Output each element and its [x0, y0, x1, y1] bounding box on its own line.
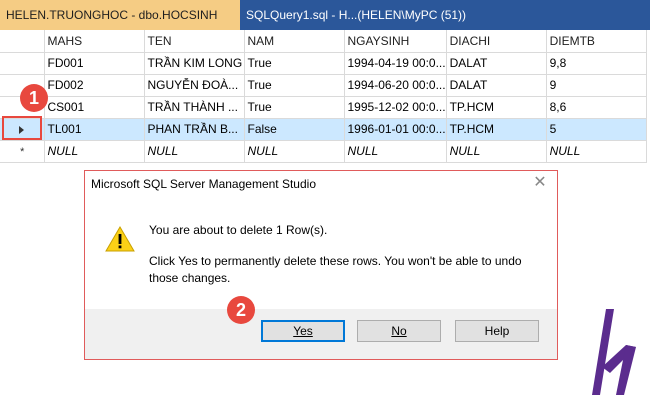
cell-diachi[interactable]: TP.HCM: [446, 96, 547, 119]
row-header-new[interactable]: *: [0, 140, 45, 163]
help-button-label: Help: [484, 324, 510, 338]
cell-diemtb[interactable]: 8,6: [546, 96, 647, 119]
table-row[interactable]: FD002 NGUYỄN ĐOÀ... True 1994-06-20 00:0…: [0, 74, 647, 97]
cell-ngaysinh[interactable]: 1994-06-20 00:0...: [344, 74, 447, 97]
document-tab-strip: HELEN.TRUONGHOC - dbo.HOCSINH SQLQuery1.…: [0, 0, 650, 30]
table-edit-grid: MAHS TEN NAM NGAYSINH DIACHI DIEMTB FD00…: [0, 30, 650, 163]
no-button-label: No: [391, 324, 407, 338]
new-row[interactable]: * NULL NULL NULL NULL NULL NULL: [0, 140, 647, 163]
yes-button[interactable]: Yes: [261, 320, 345, 342]
dialog-message-secondary: Click Yes to permanently delete these ro…: [149, 254, 522, 285]
cell-null[interactable]: NULL: [446, 140, 547, 163]
selected-row-highlight-box: [2, 116, 42, 140]
cell-null[interactable]: NULL: [344, 140, 447, 163]
cell-ten[interactable]: TRẦN THÀNH ...: [144, 96, 245, 119]
cell-ngaysinh[interactable]: 1995-12-02 00:0...: [344, 96, 447, 119]
column-header-ngaysinh[interactable]: NGAYSINH: [344, 30, 447, 53]
help-button[interactable]: Help: [455, 320, 539, 342]
cell-null[interactable]: NULL: [144, 140, 245, 163]
table-row-selected[interactable]: TL001 PHAN TRẦN B... False 1996-01-01 00…: [0, 118, 647, 141]
step-2-badge: 2: [227, 296, 255, 324]
new-row-star-icon: *: [19, 146, 24, 158]
cell-mahs[interactable]: TL001: [44, 118, 145, 141]
dialog-title: Microsoft SQL Server Management Studio: [91, 177, 316, 191]
warning-icon: [105, 225, 135, 256]
cell-ten[interactable]: NGUYỄN ĐOÀ...: [144, 74, 245, 97]
no-button[interactable]: No: [357, 320, 441, 342]
grid-header-row: MAHS TEN NAM NGAYSINH DIACHI DIEMTB: [0, 30, 647, 53]
cell-null[interactable]: NULL: [244, 140, 345, 163]
cell-diachi[interactable]: TP.HCM: [446, 118, 547, 141]
close-icon[interactable]: ✕: [531, 174, 549, 192]
row-header-corner[interactable]: [0, 30, 45, 53]
dialog-title-bar: Microsoft SQL Server Management Studio ✕: [85, 171, 557, 201]
step-1-badge: 1: [20, 84, 48, 112]
tab-sqlquery1[interactable]: SQLQuery1.sql - H...(HELEN\MyPC (51)): [240, 0, 540, 30]
cell-ngaysinh[interactable]: 1994-04-19 00:0...: [344, 52, 447, 75]
cell-ten[interactable]: TRẦN KIM LONG: [144, 52, 245, 75]
cell-mahs[interactable]: CS001: [44, 96, 145, 119]
cell-null[interactable]: NULL: [44, 140, 145, 163]
column-header-diachi[interactable]: DIACHI: [446, 30, 547, 53]
dialog-message-primary: You are about to delete 1 Row(s).: [149, 223, 328, 237]
cell-nam[interactable]: True: [244, 96, 345, 119]
table-row[interactable]: CS001 TRẦN THÀNH ... True 1995-12-02 00:…: [0, 96, 647, 119]
cell-diachi[interactable]: DALAT: [446, 52, 547, 75]
column-header-ten[interactable]: TEN: [144, 30, 245, 53]
cell-diachi[interactable]: DALAT: [446, 74, 547, 97]
delete-confirmation-dialog: Microsoft SQL Server Management Studio ✕…: [84, 170, 558, 360]
cell-nam[interactable]: False: [244, 118, 345, 141]
cell-null[interactable]: NULL: [546, 140, 647, 163]
h-logo-icon: [586, 307, 642, 400]
cell-nam[interactable]: True: [244, 52, 345, 75]
cell-mahs[interactable]: FD001: [44, 52, 145, 75]
column-header-diemtb[interactable]: DIEMTB: [546, 30, 647, 53]
cell-mahs[interactable]: FD002: [44, 74, 145, 97]
cell-diemtb[interactable]: 5: [546, 118, 647, 141]
tab-hocsinh-table[interactable]: HELEN.TRUONGHOC - dbo.HOCSINH: [0, 0, 240, 30]
cell-nam[interactable]: True: [244, 74, 345, 97]
cell-ngaysinh[interactable]: 1996-01-01 00:0...: [344, 118, 447, 141]
cell-ten[interactable]: PHAN TRẦN B...: [144, 118, 245, 141]
cell-diemtb[interactable]: 9,8: [546, 52, 647, 75]
column-header-nam[interactable]: NAM: [244, 30, 345, 53]
column-header-mahs[interactable]: MAHS: [44, 30, 145, 53]
table-row[interactable]: FD001 TRẦN KIM LONG True 1994-04-19 00:0…: [0, 52, 647, 75]
cell-diemtb[interactable]: 9: [546, 74, 647, 97]
yes-button-label: Yes: [293, 324, 313, 338]
dialog-message-area: You are about to delete 1 Row(s). Click …: [85, 201, 557, 309]
row-header[interactable]: [0, 52, 45, 75]
